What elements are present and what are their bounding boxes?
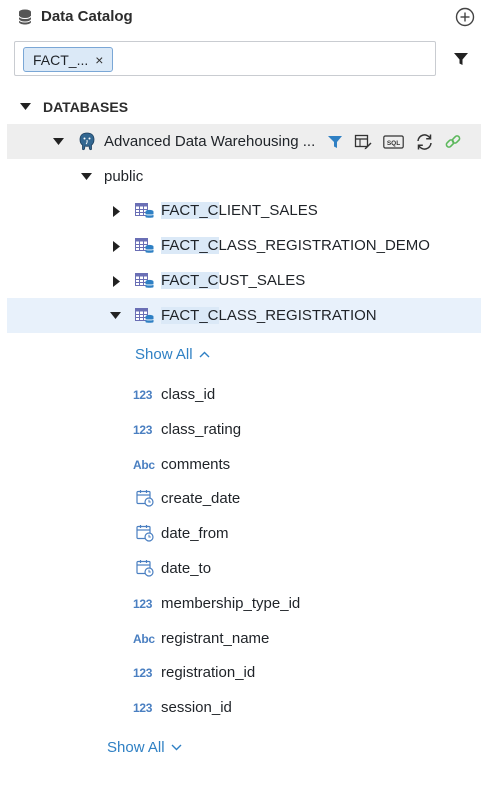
table-name: FACT_CLIENT_SALES — [161, 202, 318, 219]
match-highlight: FACT_C — [161, 202, 219, 219]
table-row[interactable]: FACT_CLASS_REGISTRATION — [7, 298, 481, 333]
database-name: Advanced Data Warehousing ... — [104, 133, 316, 150]
table-row[interactable]: FACT_CLIENT_SALES — [0, 193, 483, 228]
table-name-rest: LIENT_SALES — [218, 202, 318, 219]
column-name: registrant_name — [161, 630, 270, 647]
table-icon — [135, 308, 154, 323]
postgresql-elephant-icon — [79, 132, 95, 151]
column-row[interactable]: 123 class_id — [0, 377, 483, 412]
table-edit-icon[interactable] — [354, 134, 372, 150]
match-highlight: FACT_C — [161, 237, 219, 254]
number-type-icon: 123 — [133, 423, 153, 437]
match-highlight: FACT_C — [161, 272, 219, 289]
column-name: membership_type_id — [161, 595, 301, 612]
database-icon — [18, 9, 32, 25]
chevron-right-icon[interactable] — [111, 205, 123, 217]
table-name-rest: LASS_REGISTRATION — [218, 307, 377, 324]
column-row[interactable]: 123 class_rating — [0, 412, 483, 447]
column-name: date_to — [161, 560, 212, 577]
column-name: comments — [161, 456, 231, 473]
table-name: FACT_CUST_SALES — [161, 272, 305, 289]
show-all-columns-link[interactable]: Show All — [135, 346, 210, 363]
calendar-icon — [136, 525, 154, 542]
table-icon — [135, 203, 154, 218]
link-icon[interactable] — [444, 134, 462, 150]
chevron-down-icon[interactable] — [109, 310, 121, 322]
number-type-icon: 123 — [133, 701, 153, 715]
schema-row[interactable]: public — [0, 159, 483, 194]
filter-icon[interactable] — [326, 134, 344, 150]
number-type-icon: 123 — [133, 666, 153, 680]
table-row[interactable]: FACT_CUST_SALES — [0, 263, 483, 298]
column-row[interactable]: 123 membership_type_id — [0, 586, 483, 621]
table-name-rest: LASS_REGISTRATION_DEMO — [218, 237, 430, 254]
panel-header: Data Catalog — [0, 0, 483, 34]
text-type-icon: Abc — [133, 632, 155, 646]
chevron-down-icon[interactable] — [19, 101, 31, 113]
close-icon[interactable]: × — [95, 53, 103, 67]
column-row[interactable]: Abc comments — [0, 447, 483, 482]
column-row[interactable]: Abc registrant_name — [0, 621, 483, 656]
column-row[interactable]: 123 session_id — [0, 690, 483, 725]
show-all-tables-link[interactable]: Show All — [107, 739, 182, 756]
column-row[interactable]: date_from — [0, 516, 483, 551]
table-icon — [135, 273, 154, 288]
table-name-rest: UST_SALES — [218, 272, 306, 289]
refresh-icon[interactable] — [415, 133, 434, 151]
panel-title: Data Catalog — [41, 8, 133, 25]
calendar-icon — [136, 490, 154, 507]
column-row[interactable]: date_to — [0, 551, 483, 586]
column-name: registration_id — [161, 664, 256, 681]
databases-section[interactable]: DATABASES — [0, 89, 483, 124]
table-icon — [135, 238, 154, 253]
column-name: class_id — [161, 386, 216, 403]
show-all-label: Show All — [107, 739, 165, 756]
column-name: class_rating — [161, 421, 242, 438]
chevron-down-icon[interactable] — [52, 136, 64, 148]
text-type-icon: Abc — [133, 458, 155, 472]
schema-name: public — [104, 168, 144, 185]
column-row[interactable]: 123 registration_id — [0, 655, 483, 690]
show-all-label: Show All — [135, 346, 193, 363]
section-title: DATABASES — [43, 98, 129, 115]
chevron-up-icon — [199, 351, 210, 358]
filter-chip-label: FACT_... — [33, 51, 89, 68]
column-name: session_id — [161, 699, 232, 716]
chevron-down-icon — [171, 744, 182, 751]
chevron-down-icon[interactable] — [80, 171, 92, 183]
chevron-right-icon[interactable] — [111, 275, 123, 287]
table-name: FACT_CLASS_REGISTRATION_DEMO — [161, 237, 430, 254]
column-name: date_from — [161, 525, 229, 542]
table-row[interactable]: FACT_CLASS_REGISTRATION_DEMO — [0, 228, 483, 263]
sql-icon[interactable]: SQL — [383, 134, 404, 150]
number-type-icon: 123 — [133, 388, 153, 402]
filter-chip[interactable]: FACT_... × — [23, 47, 114, 72]
calendar-icon — [136, 560, 154, 577]
column-name: create_date — [161, 490, 241, 507]
chevron-right-icon[interactable] — [111, 240, 123, 252]
funnel-icon[interactable] — [452, 50, 470, 68]
number-type-icon: 123 — [133, 597, 153, 611]
search-input[interactable]: FACT_... × — [14, 41, 436, 76]
column-row[interactable]: create_date — [0, 481, 483, 516]
table-name: FACT_CLASS_REGISTRATION — [161, 307, 377, 324]
sql-label: SQL — [387, 140, 400, 147]
database-row[interactable]: Advanced Data Warehousing ... SQL — [7, 124, 481, 159]
plus-circle-icon[interactable] — [455, 7, 475, 27]
match-highlight: FACT_C — [161, 307, 219, 324]
